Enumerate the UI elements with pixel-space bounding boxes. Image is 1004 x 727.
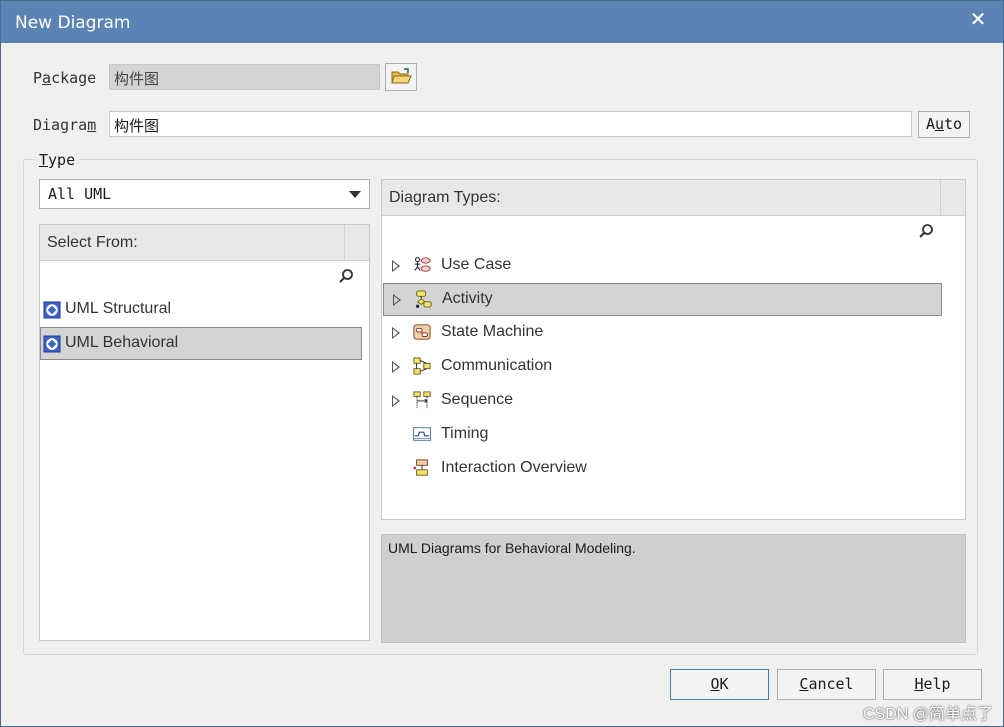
diagram-type-label: Timing	[441, 425, 489, 442]
diagram-type-label: State Machine	[441, 323, 544, 340]
chevron-down-icon	[349, 191, 361, 198]
select-from-panel: Select From: UML Structural UML Behavior…	[39, 224, 370, 641]
diagram-filter-select[interactable]: All UML	[39, 179, 370, 209]
help-button[interactable]: Help	[883, 669, 982, 700]
header-divider	[940, 180, 941, 216]
diagram-type-label: Interaction Overview	[441, 459, 587, 476]
package-value: 构件图	[114, 71, 160, 88]
diagram-type-label: Communication	[441, 357, 553, 374]
communication-icon	[413, 357, 431, 375]
diagram-type-label: Use Case	[441, 256, 512, 273]
uml-package-icon	[43, 335, 61, 353]
folder-open-icon	[391, 68, 412, 84]
ok-button[interactable]: OK	[670, 669, 769, 700]
list-item-uml-behavioral[interactable]: UML Behavioral	[40, 327, 362, 360]
diagram-types-header: Diagram Types:	[382, 180, 965, 216]
diagram-types-panel: Diagram Types: Use Case Activity State M…	[381, 179, 966, 520]
diagram-type-communication[interactable]: Communication	[382, 351, 942, 384]
diagram-type-label: Activity	[442, 290, 493, 307]
use-case-icon	[414, 257, 431, 272]
list-item-label: UML Structural	[65, 300, 172, 317]
search-icon[interactable]	[338, 268, 354, 284]
expand-arrow-icon[interactable]	[392, 260, 400, 272]
description-text: UML Diagrams for Behavioral Modeling.	[388, 540, 636, 556]
diagram-name-input[interactable]: 构件图	[109, 111, 912, 137]
state-machine-icon	[413, 324, 431, 340]
browse-package-button[interactable]	[385, 63, 417, 91]
diagram-type-timing[interactable]: Timing	[382, 419, 942, 452]
sequence-icon	[413, 391, 431, 409]
select-from-title: Select From:	[47, 234, 138, 251]
diagram-type-label: Sequence	[441, 391, 514, 408]
diagram-type-sequence[interactable]: Sequence	[382, 385, 942, 418]
type-group-title: Type	[35, 151, 80, 169]
diagram-types-title: Diagram Types:	[389, 189, 501, 206]
expand-arrow-icon[interactable]	[392, 327, 400, 339]
select-from-header: Select From:	[40, 225, 369, 261]
watermark-text: CSDN @简单点了	[862, 706, 993, 723]
activity-icon	[415, 290, 432, 308]
diagram-type-interaction-overview[interactable]: Interaction Overview	[382, 453, 942, 486]
expand-arrow-icon[interactable]	[392, 395, 400, 407]
cancel-button[interactable]: Cancel	[777, 669, 876, 700]
auto-button[interactable]: Auto	[918, 111, 970, 138]
package-label: Package	[33, 69, 97, 87]
diagram-type-activity[interactable]: Activity	[383, 283, 942, 316]
diagram-filter-value: All UML	[48, 185, 112, 203]
header-divider	[344, 225, 345, 261]
diagram-label: Diagram	[33, 116, 97, 134]
search-icon[interactable]	[918, 223, 934, 239]
new-diagram-dialog: New Diagram ✕ Package 构件图 Diagram 构件图 Au…	[0, 0, 1004, 727]
diagram-name-value: 构件图	[114, 118, 160, 135]
package-field: 构件图	[109, 64, 380, 90]
expand-arrow-icon[interactable]	[393, 294, 401, 306]
close-button[interactable]: ✕	[963, 7, 993, 33]
uml-package-icon	[43, 301, 61, 319]
window-title: New Diagram	[15, 13, 131, 33]
timing-icon	[413, 427, 431, 441]
title-bar[interactable]: New Diagram ✕	[1, 1, 1003, 43]
diagram-type-use-case[interactable]: Use Case	[382, 250, 942, 283]
expand-arrow-icon[interactable]	[392, 361, 400, 373]
list-item-uml-structural[interactable]: UML Structural	[40, 293, 362, 326]
interaction-overview-icon	[413, 459, 428, 476]
diagram-type-state-machine[interactable]: State Machine	[382, 317, 942, 350]
list-item-label: UML Behavioral	[65, 334, 179, 351]
diagram-description: UML Diagrams for Behavioral Modeling.	[381, 534, 966, 643]
